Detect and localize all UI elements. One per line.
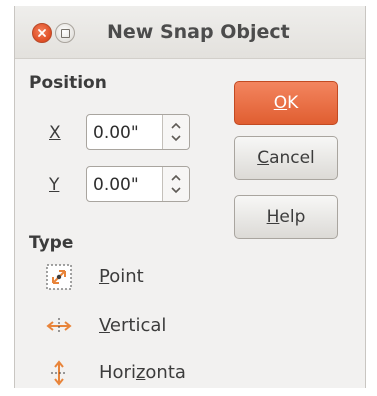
maximize-window-button[interactable] bbox=[55, 23, 75, 43]
help-mnemonic: H bbox=[266, 207, 280, 227]
spin-down-icon[interactable] bbox=[171, 134, 181, 142]
snap-point-icon bbox=[44, 262, 74, 292]
snap-vertical-icon bbox=[44, 311, 74, 341]
help-button[interactable]: Help bbox=[234, 195, 338, 239]
ok-button[interactable]: OK bbox=[234, 81, 338, 125]
ok-label-rest: K bbox=[287, 93, 299, 113]
maximize-icon bbox=[61, 29, 70, 38]
cancel-button[interactable]: Cancel bbox=[234, 136, 338, 180]
new-snap-object-dialog: New Snap Object Position X 0.00" Y 0.00"… bbox=[14, 6, 366, 388]
spin-down-icon[interactable] bbox=[171, 186, 181, 194]
type-section-label: Type bbox=[29, 233, 74, 253]
help-label-rest: elp bbox=[279, 207, 306, 227]
horizontal-mnemonic: z bbox=[135, 362, 146, 383]
type-option-horizontal[interactable]: Horizonta bbox=[44, 358, 364, 388]
y-spinbox[interactable]: 0.00" bbox=[86, 166, 190, 202]
type-option-vertical[interactable]: Vertical bbox=[44, 311, 364, 341]
point-label-post: oint bbox=[109, 266, 144, 287]
close-icon bbox=[38, 29, 46, 37]
type-option-point[interactable]: Point bbox=[44, 262, 364, 292]
cancel-label-rest: ancel bbox=[269, 148, 315, 168]
ok-mnemonic: O bbox=[273, 93, 288, 113]
spin-up-icon[interactable] bbox=[171, 174, 181, 182]
close-window-button[interactable] bbox=[32, 23, 52, 43]
horizontal-label-post: onta bbox=[145, 362, 186, 383]
spin-up-icon[interactable] bbox=[171, 122, 181, 130]
vertical-label-post: ertical bbox=[109, 315, 167, 336]
y-value[interactable]: 0.00" bbox=[93, 175, 139, 195]
x-spinbox[interactable]: 0.00" bbox=[86, 114, 190, 150]
horizontal-label: Horizonta bbox=[99, 362, 186, 383]
x-value[interactable]: 0.00" bbox=[93, 123, 139, 143]
x-spin-arrows[interactable] bbox=[162, 115, 189, 149]
vertical-label: Vertical bbox=[99, 315, 166, 336]
y-spin-arrows[interactable] bbox=[162, 167, 189, 201]
point-label: Point bbox=[99, 266, 144, 287]
title-bar: New Snap Object bbox=[15, 6, 365, 59]
y-field-label: Y bbox=[49, 175, 60, 195]
point-mnemonic: P bbox=[99, 266, 110, 287]
dialog-title: New Snap Object bbox=[107, 21, 290, 43]
snap-horizontal-icon bbox=[44, 358, 74, 388]
vertical-mnemonic: V bbox=[99, 315, 110, 336]
horizontal-label-pre: Hori bbox=[99, 362, 136, 383]
cancel-mnemonic: C bbox=[257, 148, 270, 168]
position-section-label: Position bbox=[29, 73, 107, 93]
x-field-label: X bbox=[49, 123, 61, 143]
